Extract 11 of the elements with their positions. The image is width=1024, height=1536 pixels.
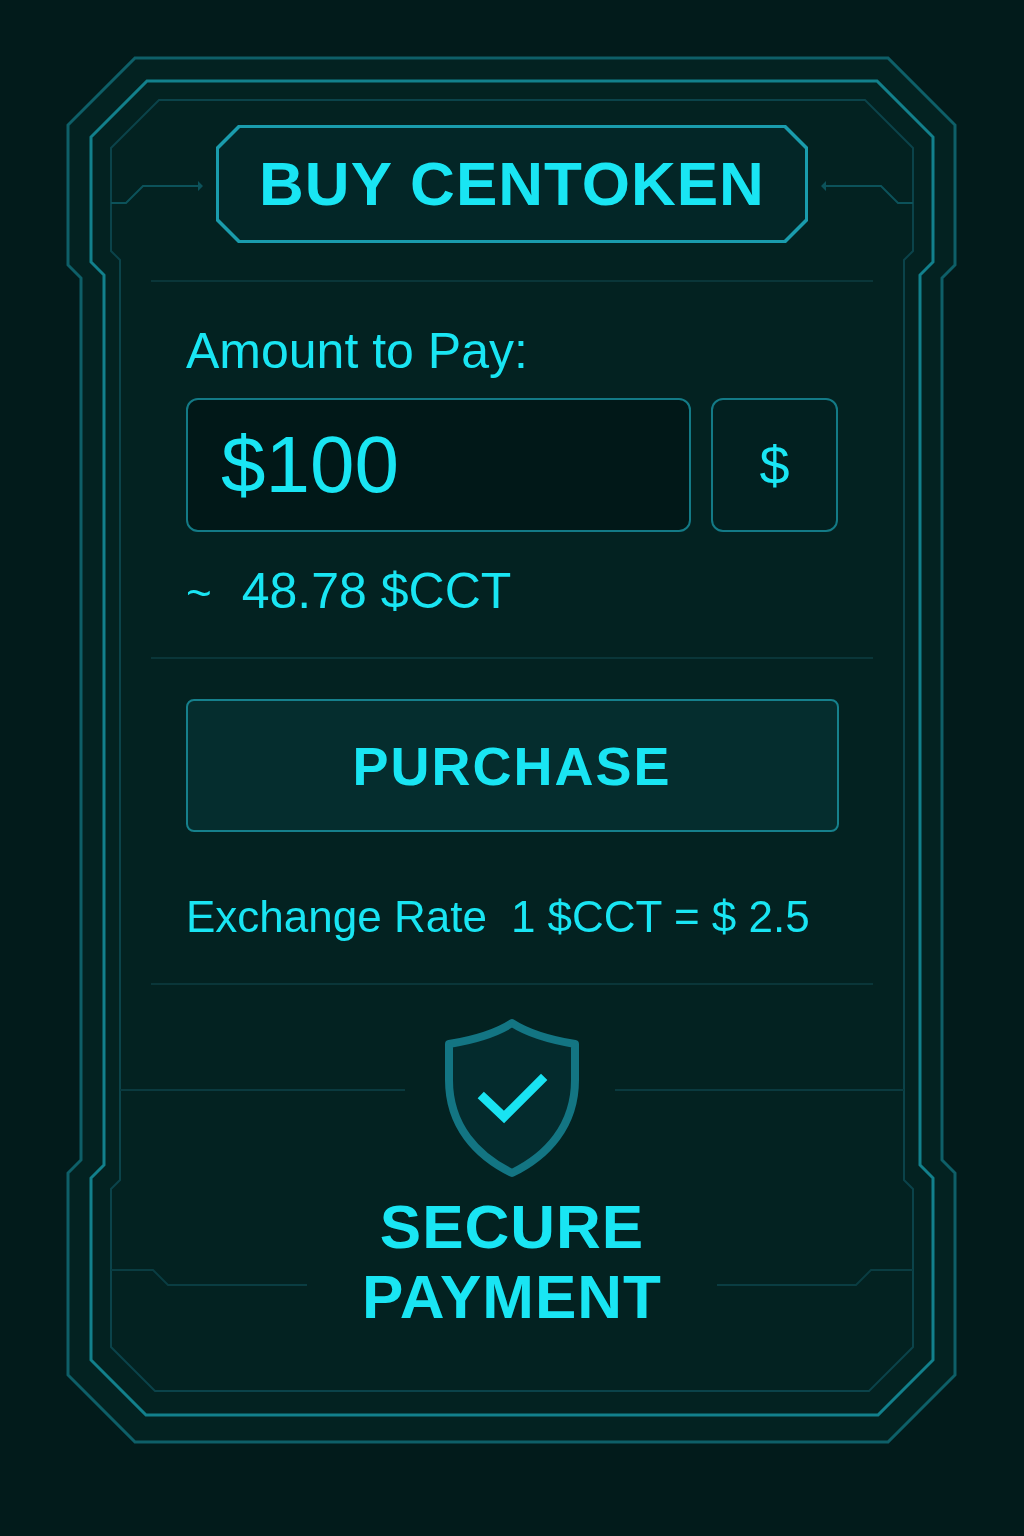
- amount-field[interactable]: $100: [186, 398, 691, 532]
- exchange-rate-label: Exchange Rate: [186, 895, 487, 939]
- approx-sign: ~: [186, 571, 212, 615]
- purchase-button[interactable]: PURCHASE: [185, 699, 839, 832]
- page-title: BUY CENTOKEN: [259, 153, 765, 215]
- token-estimate: 48.78 $CCT: [241, 566, 512, 616]
- currency-button[interactable]: $: [711, 398, 838, 532]
- shield-check-icon: [443, 1018, 581, 1178]
- secure-payment-label: SECURE PAYMENT: [362, 1192, 662, 1332]
- exchange-rate-value: 1 $CCT = $ 2.5: [510, 895, 810, 939]
- amount-label: Amount to Pay:: [186, 326, 529, 376]
